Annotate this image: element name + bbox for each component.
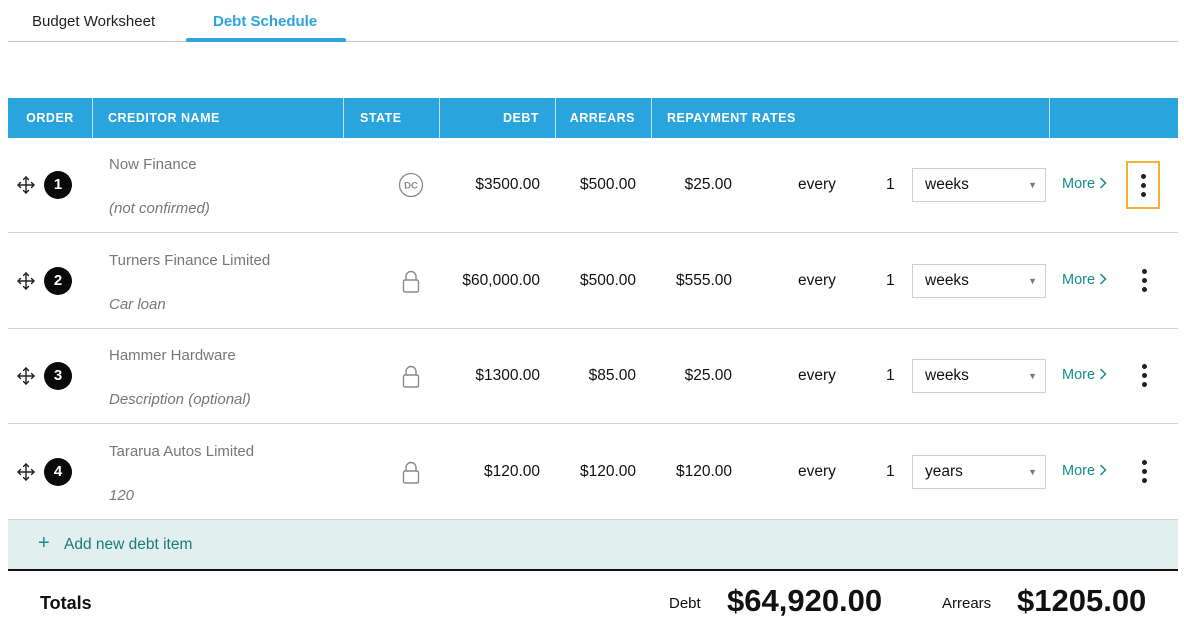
chevron-right-icon — [1100, 273, 1107, 285]
header-actions — [1050, 98, 1178, 138]
more-link[interactable]: More — [1062, 176, 1107, 192]
table-row: 4 Tararua Autos Limited 120 $120.00 $120… — [8, 425, 1178, 520]
dc-icon: DC — [398, 172, 424, 198]
order-number: 3 — [44, 362, 72, 390]
drag-handle-icon[interactable] — [16, 462, 36, 482]
more-link[interactable]: More — [1062, 367, 1107, 383]
order-number: 2 — [44, 267, 72, 295]
totals-debt-label: Debt — [669, 595, 701, 612]
creditor-name[interactable]: Turners Finance Limited — [109, 252, 270, 269]
debt-amount[interactable]: $3500.00 — [440, 176, 540, 194]
order-number: 1 — [44, 171, 72, 199]
dropdown-caret-icon: ▼ — [1028, 180, 1037, 190]
dropdown-caret-icon: ▼ — [1028, 371, 1037, 381]
creditor-description[interactable]: 120 — [109, 487, 134, 504]
frequency-select[interactable]: weeks ▼ — [912, 264, 1046, 298]
creditor-description[interactable]: (not confirmed) — [109, 200, 210, 217]
totals-arrears-label: Arrears — [942, 595, 992, 612]
header-arrears[interactable]: ARREARS — [556, 98, 652, 138]
frequency-count[interactable]: 1 — [886, 367, 895, 385]
repayment-amount[interactable]: $120.00 — [652, 463, 732, 481]
header-creditor-name[interactable]: CREDITOR NAME — [93, 98, 344, 138]
tab-budget-worksheet[interactable]: Budget Worksheet — [32, 13, 155, 30]
frequency-count[interactable]: 1 — [886, 272, 895, 290]
totals-label: Totals — [40, 593, 92, 613]
frequency-select[interactable]: weeks ▼ — [912, 168, 1046, 202]
arrears-amount[interactable]: $500.00 — [556, 272, 636, 290]
drag-handle-icon[interactable] — [16, 175, 36, 195]
lock-icon — [402, 365, 420, 388]
debt-amount[interactable]: $120.00 — [440, 463, 540, 481]
repayment-amount[interactable]: $25.00 — [652, 176, 732, 194]
totals-divider — [8, 569, 1178, 571]
row-menu-button[interactable] — [1128, 447, 1162, 497]
every-label: every — [798, 463, 836, 480]
repayment-amount[interactable]: $25.00 — [652, 367, 732, 385]
creditor-name[interactable]: Tararua Autos Limited — [109, 443, 254, 460]
every-label: every — [798, 367, 836, 384]
header-order[interactable]: ORDER — [8, 98, 93, 138]
arrears-amount[interactable]: $85.00 — [556, 367, 636, 385]
drag-handle-icon[interactable] — [16, 366, 36, 386]
repayment-amount[interactable]: $555.00 — [652, 272, 732, 290]
active-tab-indicator — [186, 38, 346, 42]
header-state[interactable]: STATE — [344, 98, 440, 138]
chevron-right-icon — [1100, 464, 1107, 476]
svg-text:DC: DC — [404, 181, 418, 192]
chevron-right-icon — [1100, 368, 1107, 380]
arrears-amount[interactable]: $120.00 — [556, 463, 636, 481]
lock-icon — [402, 461, 420, 484]
plus-icon: + — [38, 532, 50, 554]
creditor-description[interactable]: Description (optional) — [109, 391, 251, 408]
debt-amount[interactable]: $1300.00 — [440, 367, 540, 385]
more-link[interactable]: More — [1062, 463, 1107, 479]
creditor-name[interactable]: Now Finance — [109, 156, 197, 173]
totals-debt-value: $64,920.00 — [727, 583, 883, 618]
tab-debt-schedule[interactable]: Debt Schedule — [213, 13, 317, 30]
totals-arrears-value: $1205.00 — [1017, 583, 1147, 618]
debt-amount[interactable]: $60,000.00 — [440, 272, 540, 290]
dropdown-caret-icon: ▼ — [1028, 467, 1037, 477]
tab-bar: Budget Worksheet Debt Schedule — [8, 0, 1178, 42]
frequency-count[interactable]: 1 — [886, 176, 895, 194]
chevron-right-icon — [1100, 177, 1107, 189]
header-repayment-rates[interactable]: REPAYMENT RATES — [652, 98, 1050, 138]
add-debt-item-button[interactable]: + Add new debt item — [8, 520, 1178, 569]
more-link[interactable]: More — [1062, 272, 1107, 288]
frequency-count[interactable]: 1 — [886, 463, 895, 481]
dropdown-caret-icon: ▼ — [1028, 276, 1037, 286]
table-row: 1 Now Finance (not confirmed) DC $3500.0… — [8, 138, 1178, 233]
table-row: 2 Turners Finance Limited Car loan $60,0… — [8, 234, 1178, 329]
order-number: 4 — [44, 458, 72, 486]
header-debt[interactable]: DEBT — [440, 98, 556, 138]
row-menu-button[interactable] — [1128, 351, 1162, 401]
table-row: 3 Hammer Hardware Description (optional)… — [8, 329, 1178, 424]
row-menu-button[interactable] — [1126, 161, 1160, 209]
creditor-name[interactable]: Hammer Hardware — [109, 347, 236, 364]
every-label: every — [798, 176, 836, 193]
frequency-select[interactable]: years ▼ — [912, 455, 1046, 489]
drag-handle-icon[interactable] — [16, 271, 36, 291]
table-header: ORDER CREDITOR NAME STATE DEBT ARREARS R… — [8, 98, 1178, 138]
creditor-description[interactable]: Car loan — [109, 296, 166, 313]
every-label: every — [798, 272, 836, 289]
row-menu-button[interactable] — [1128, 256, 1162, 306]
add-debt-item-label: Add new debt item — [64, 536, 193, 553]
lock-icon — [402, 270, 420, 293]
frequency-select[interactable]: weeks ▼ — [912, 359, 1046, 393]
arrears-amount[interactable]: $500.00 — [556, 176, 636, 194]
